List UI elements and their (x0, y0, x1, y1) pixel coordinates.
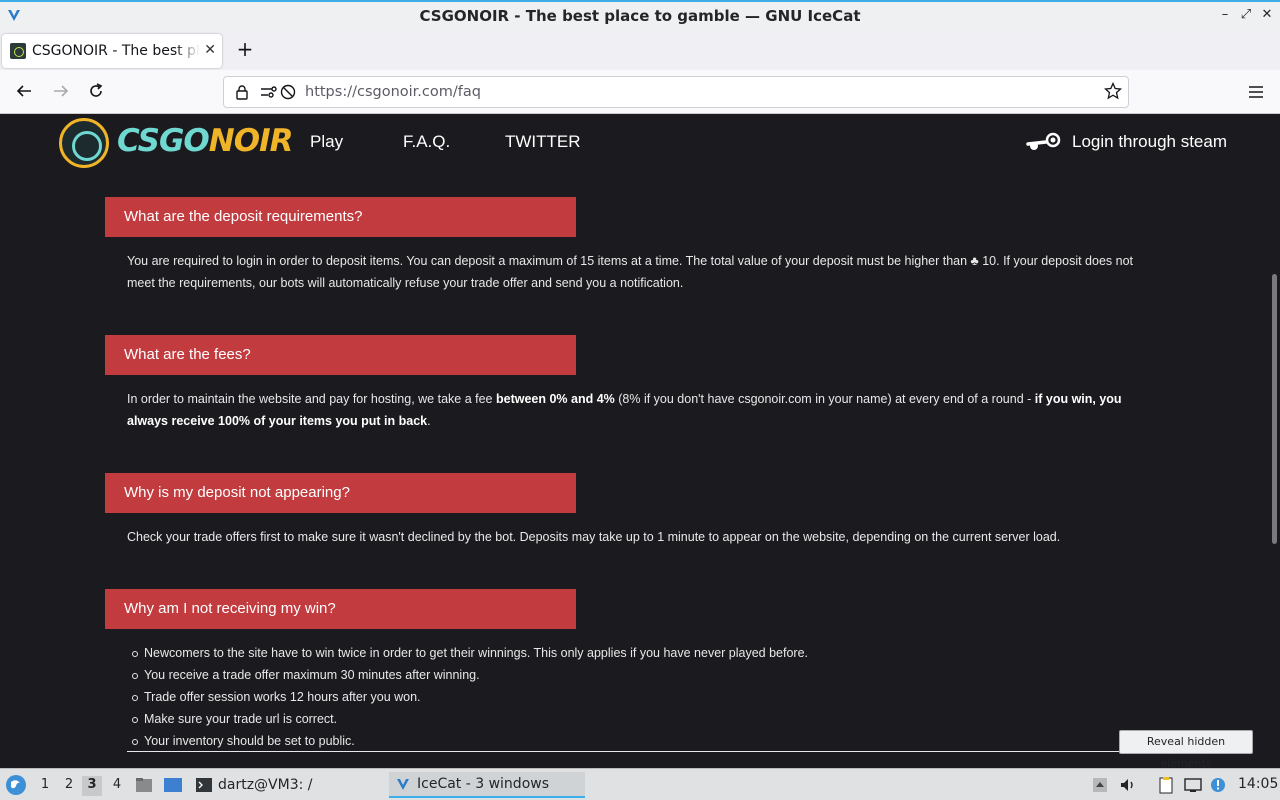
workspace-3[interactable]: 3 (82, 776, 102, 796)
page-content: CSGONOIR Play F.A.Q. TWITTER Login throu… (0, 114, 1280, 768)
icecat-icon (8, 10, 20, 21)
tray-up-arrow-icon[interactable] (1091, 776, 1109, 794)
tab-strip: CSGONOIR - The best place to gamble ✕ + (0, 30, 1280, 70)
file-manager-icon[interactable] (134, 775, 154, 795)
workspace-1[interactable]: 1 (35, 776, 55, 796)
desktop-icon[interactable] (163, 775, 183, 795)
clock: 14:05 (1238, 776, 1279, 792)
logo-wordmark-part1: CSGO (117, 123, 210, 159)
new-tab-button[interactable]: + (234, 38, 256, 60)
url-path: /faq (452, 84, 481, 100)
faq-answer-fees-part: . (427, 414, 431, 428)
list-item: Trade offer session works 12 hours after… (127, 686, 1137, 708)
faq-answer-fees: In order to maintain the website and pay… (127, 388, 1137, 432)
logo-emblem-icon (59, 118, 109, 168)
back-button[interactable] (14, 82, 34, 102)
lock-icon[interactable] (234, 84, 250, 100)
volume-icon[interactable] (1119, 776, 1137, 794)
reveal-hidden-elements-tooltip[interactable]: Reveal hidden elements (1119, 730, 1253, 770)
bookmark-star-icon[interactable] (1104, 82, 1122, 100)
minimize-button[interactable]: – (1216, 6, 1234, 24)
forward-button[interactable] (51, 82, 71, 102)
url-host: https://csgonoir.com (305, 84, 453, 100)
faq-question-text: What are the deposit requirements? (124, 208, 363, 225)
faq-question-fees: What are the fees? (105, 335, 576, 375)
nav-faq[interactable]: F.A.Q. (403, 132, 450, 152)
clipboard-icon[interactable] (1157, 776, 1175, 794)
network-icon[interactable] (1184, 776, 1202, 794)
workspace-4[interactable]: 4 (107, 776, 127, 796)
login-through-steam-button[interactable]: Login through steam (1026, 130, 1227, 154)
reload-button[interactable] (86, 82, 106, 102)
permissions-icon[interactable] (260, 84, 278, 100)
url-text[interactable]: https://csgonoir.com/faq (305, 84, 481, 100)
faq-question-text: What are the fees? (124, 346, 251, 363)
url-bar[interactable]: https://csgonoir.com/faq (223, 76, 1129, 108)
notifications-icon[interactable] (1209, 776, 1227, 794)
workspace-2[interactable]: 2 (59, 776, 79, 796)
arrow-left-icon (16, 85, 31, 97)
divider (127, 751, 1137, 752)
faq-answer-deposit-not-appearing: Check your trade offers first to make su… (127, 530, 1061, 544)
tab-label: CSGONOIR - The best place to gamble (32, 43, 200, 59)
faq-answer-fees-part: (8% if you don't have csgonoir.com in yo… (614, 392, 1035, 406)
navigation-bar: https://csgonoir.com/faq (0, 70, 1280, 114)
task-icecat[interactable]: IceCat - 3 windows (389, 772, 585, 798)
reload-icon (90, 83, 103, 97)
faq-answer-fees-bold: between 0% and 4% (495, 392, 615, 406)
list-item: Newcomers to the site have to win twice … (127, 642, 1137, 664)
faq-question-deposit-requirements: What are the deposit requirements? (105, 197, 576, 237)
faq-question-text: Why am I not receiving my win? (124, 600, 336, 617)
taskbar: 1 2 3 4 dartz@VM3: / IceCat - 3 windows … (0, 768, 1280, 800)
tab-csgonoir[interactable]: CSGONOIR - The best place to gamble ✕ (2, 34, 222, 68)
hamburger-menu-icon[interactable] (1246, 82, 1266, 102)
close-window-button[interactable]: ✕ (1258, 6, 1276, 24)
faq-answer-fees-part: In order to maintain the website and pay… (127, 392, 496, 406)
scrollbar-thumb[interactable] (1272, 274, 1277, 544)
task-label: dartz@VM3: / (218, 777, 313, 793)
faq-question-not-receiving-win: Why am I not receiving my win? (105, 589, 576, 629)
faq-question-text: Why is my deposit not appearing? (124, 484, 350, 501)
logo-wordmark: CSGONOIR (117, 123, 294, 159)
nav-twitter[interactable]: TWITTER (505, 132, 581, 152)
list-item: Your inventory should be set to public. (127, 730, 1137, 752)
page-scrollbar[interactable] (1268, 114, 1280, 768)
site-header: CSGONOIR Play F.A.Q. TWITTER Login throu… (0, 114, 1268, 172)
csgonoir-favicon-icon (10, 43, 26, 59)
steam-icon (1026, 132, 1061, 150)
task-label: IceCat - 3 windows (417, 776, 550, 792)
window-titlebar: CSGONOIR - The best place to gamble — GN… (0, 0, 1280, 30)
arrow-right-icon (54, 85, 69, 97)
terminal-icon (196, 778, 212, 792)
maximize-button[interactable]: ⤢ (1237, 6, 1255, 24)
window-title: CSGONOIR - The best place to gamble — GN… (419, 7, 861, 25)
faq-answer-not-receiving-win: Newcomers to the site have to win twice … (127, 642, 1137, 752)
task-terminal[interactable]: dartz@VM3: / (190, 772, 313, 798)
close-tab-icon[interactable]: ✕ (204, 42, 216, 58)
login-label: Login through steam (1072, 132, 1227, 151)
icecat-icon (397, 779, 409, 790)
list-item: You receive a trade offer maximum 30 min… (127, 664, 1137, 686)
nav-play[interactable]: Play (310, 132, 343, 152)
faq-question-deposit-not-appearing: Why is my deposit not appearing? (105, 473, 576, 513)
faq-answer-deposit-requirements: You are required to login in order to de… (127, 254, 1134, 290)
csgonoir-logo[interactable]: CSGONOIR (59, 118, 293, 168)
logo-wordmark-part2: NOIR (208, 123, 294, 159)
tracking-protection-icon[interactable] (280, 84, 296, 100)
start-menu-icon[interactable] (5, 774, 27, 796)
list-item: Make sure your trade url is correct. (127, 708, 1137, 730)
